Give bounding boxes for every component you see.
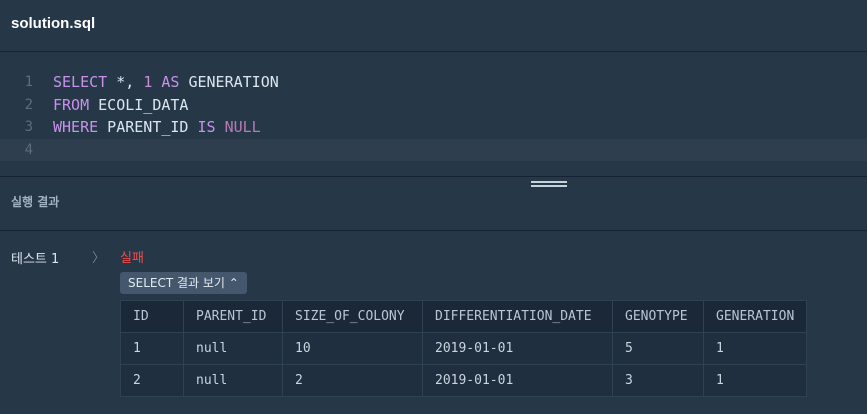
code-text[interactable]: WHERE PARENT_ID IS NULL: [53, 116, 261, 138]
code-editor[interactable]: 1 SELECT *, 1 AS GENERATION 2 FROM ECOLI…: [0, 52, 867, 176]
table-row: 1 null 10 2019-01-01 5 1: [120, 332, 808, 365]
resize-handle-icon[interactable]: [531, 181, 567, 190]
line-number: 1: [24, 74, 33, 90]
file-tab-header: solution.sql: [0, 0, 867, 52]
table-cell: 2: [282, 364, 423, 397]
table-cell: null: [183, 364, 283, 397]
line-number: 3: [24, 119, 33, 135]
column-header: ID: [120, 300, 184, 333]
keyword-as: AS: [161, 73, 180, 91]
code-table-name: ECOLI_DATA: [89, 96, 189, 114]
results-divider: [0, 230, 867, 231]
column-header: GENERATION: [702, 300, 808, 333]
line-number: 2: [24, 97, 33, 113]
code-alias: GENERATION: [179, 73, 279, 91]
column-header: PARENT_ID: [183, 300, 283, 333]
column-header: GENOTYPE: [612, 300, 704, 333]
number-literal: 1: [143, 73, 153, 91]
test-case-label: 테스트 1: [11, 252, 60, 267]
table-header-row: ID PARENT_ID SIZE_OF_COLONY DIFFERENTIAT…: [120, 300, 808, 333]
code-line-4[interactable]: 4: [0, 139, 867, 161]
results-section-title: 실행 결과: [11, 195, 60, 209]
keyword-is: IS: [197, 118, 216, 136]
null-literal: NULL: [224, 118, 261, 136]
table-cell: null: [183, 332, 283, 365]
keyword-from: FROM: [53, 96, 90, 114]
column-header: SIZE_OF_COLONY: [282, 300, 423, 333]
toggle-select-result-button[interactable]: SELECT 결과 보기 ⌃: [120, 272, 247, 294]
table-cell: 10: [282, 332, 423, 365]
code-line-1[interactable]: 1 SELECT *, 1 AS GENERATION: [0, 71, 867, 93]
code-column: PARENT_ID: [98, 118, 198, 136]
column-header: DIFFERENTIATION_DATE: [422, 300, 613, 333]
code-text[interactable]: SELECT *, 1 AS GENERATION: [53, 71, 279, 93]
code-line-2[interactable]: 2 FROM ECOLI_DATA: [0, 94, 867, 116]
code-select-list: *,: [107, 73, 144, 91]
table-cell: 1: [702, 332, 808, 365]
table-cell: 3: [612, 364, 704, 397]
test-status: 실패: [120, 251, 144, 266]
file-title: solution.sql: [11, 15, 96, 32]
table-cell: 1: [120, 332, 184, 365]
keyword-select: SELECT: [53, 73, 108, 91]
code-text[interactable]: FROM ECOLI_DATA: [53, 94, 188, 116]
result-table: ID PARENT_ID SIZE_OF_COLONY DIFFERENTIAT…: [120, 300, 808, 397]
table-cell: 2019-01-01: [422, 332, 613, 365]
table-cell: 5: [612, 332, 704, 365]
keyword-where: WHERE: [53, 118, 99, 136]
chevron-right-icon: 〉: [92, 251, 106, 266]
table-cell: 2019-01-01: [422, 364, 613, 397]
line-number: 4: [24, 142, 33, 158]
code-line-3[interactable]: 3 WHERE PARENT_ID IS NULL: [0, 116, 867, 138]
table-cell: 1: [702, 364, 808, 397]
table-row: 2 null 2 2019-01-01 3 1: [120, 364, 808, 397]
editor-divider: [0, 176, 867, 177]
table-cell: 2: [120, 364, 184, 397]
